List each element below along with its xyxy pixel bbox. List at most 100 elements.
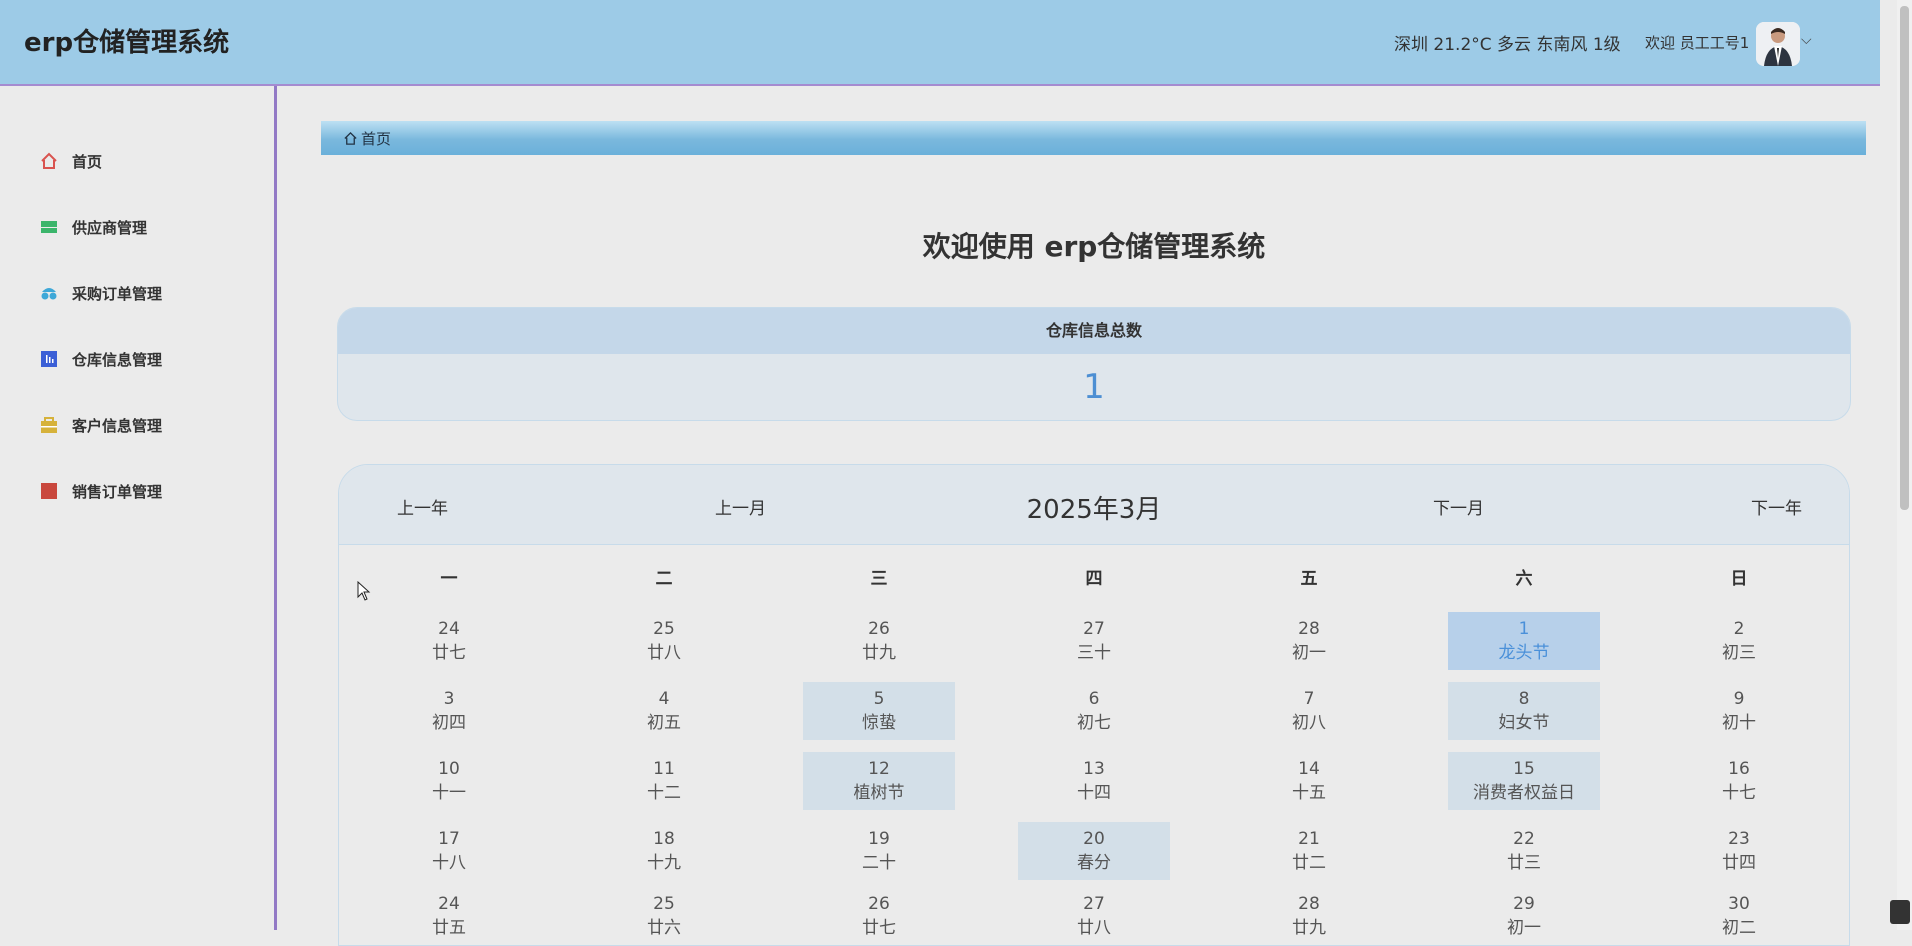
- weekday-label: 二: [655, 569, 673, 589]
- lunar-label: 初八: [1292, 713, 1326, 733]
- lunar-label: 廿二: [1292, 853, 1326, 873]
- weekday-label: 日: [1730, 569, 1748, 589]
- calendar-day[interactable]: 26 廿九: [803, 612, 955, 670]
- day-number: 27: [1083, 619, 1105, 639]
- day-number: 18: [653, 829, 675, 849]
- sidebar-item-label: 首页: [72, 152, 103, 171]
- calendar-day[interactable]: 21 廿二: [1233, 822, 1385, 880]
- lunar-label: 妇女节: [1498, 713, 1550, 733]
- lunar-label: 廿五: [432, 918, 466, 938]
- calendar-day[interactable]: 16 十七: [1663, 752, 1815, 810]
- day-number: 9: [1733, 689, 1745, 709]
- day-number: 20: [1083, 829, 1105, 849]
- day-number: 4: [658, 689, 670, 709]
- calendar-day[interactable]: 4 初五: [588, 682, 740, 740]
- day-number: 26: [868, 894, 890, 914]
- day-number: 5: [873, 689, 885, 709]
- lunar-label: 十四: [1077, 783, 1111, 803]
- calendar-day[interactable]: 12 植树节: [803, 752, 955, 810]
- day-number: 28: [1298, 894, 1320, 914]
- lunar-label: 初七: [1077, 713, 1111, 733]
- customer-icon: [40, 416, 58, 434]
- day-number: 25: [653, 619, 675, 639]
- calendar-day[interactable]: 15 消费者权益日: [1448, 752, 1600, 810]
- home-icon: [40, 152, 58, 170]
- lunar-label: 初十: [1722, 713, 1756, 733]
- calendar-day[interactable]: 2 初三: [1663, 612, 1815, 670]
- breadcrumb-home[interactable]: 首页: [343, 128, 391, 149]
- calendar-day[interactable]: 19 二十: [803, 822, 955, 880]
- calendar-day[interactable]: 11 十二: [588, 752, 740, 810]
- sidebar-item-home[interactable]: 首页: [40, 148, 102, 174]
- day-number: 21: [1298, 829, 1320, 849]
- mouse-cursor-icon: [357, 580, 371, 605]
- lunar-label: 廿八: [1077, 918, 1111, 938]
- sidebar-item-label: 客户信息管理: [72, 416, 163, 435]
- day-number: 15: [1513, 759, 1535, 779]
- calendar-day[interactable]: 6 初七: [1018, 682, 1170, 740]
- calendar-day[interactable]: 22 廿三: [1448, 822, 1600, 880]
- lunar-label: 二十: [862, 853, 896, 873]
- sidebar: 首页 供应商管理 采购订单管理 仓库信息管理 客户信息管理 销售订单管理: [0, 86, 277, 930]
- calendar-day[interactable]: 5 惊蛰: [803, 682, 955, 740]
- calendar-day[interactable]: 13 十四: [1018, 752, 1170, 810]
- sidebar-item-purchase-orders[interactable]: 采购订单管理: [40, 280, 162, 306]
- lunar-label: 十二: [647, 783, 681, 803]
- lunar-label: 植树节: [853, 783, 905, 803]
- user-menu-chevron-down-icon[interactable]: ⌵: [1801, 32, 1812, 48]
- sidebar-item-warehouse[interactable]: 仓库信息管理: [40, 346, 162, 372]
- calendar-day[interactable]: 8 妇女节: [1448, 682, 1600, 740]
- day-number: 12: [868, 759, 890, 779]
- lunar-label: 廿六: [647, 918, 681, 938]
- calendar-day[interactable]: 27 廿八: [1018, 887, 1170, 945]
- lunar-label: 消费者权益日: [1473, 783, 1575, 803]
- lunar-label: 十九: [647, 853, 681, 873]
- calendar-day[interactable]: 26 廿七: [803, 887, 955, 945]
- calendar-day[interactable]: 7 初八: [1233, 682, 1385, 740]
- calendar-day[interactable]: 10 十一: [373, 752, 525, 810]
- top-header: erp仓储管理系统 深圳 21.2°C 多云 东南风 1级 欢迎 员工工号1 ⌵: [0, 0, 1880, 86]
- day-number: 14: [1298, 759, 1320, 779]
- calendar-day[interactable]: 28 初一: [1233, 612, 1385, 670]
- weekday-label: 六: [1515, 569, 1533, 589]
- stat-label: 仓库信息总数: [338, 308, 1850, 354]
- lunar-label: 廿九: [1292, 918, 1326, 938]
- calendar-day[interactable]: 28 廿九: [1233, 887, 1385, 945]
- app-title: erp仓储管理系统: [24, 28, 230, 58]
- calendar-day[interactable]: 30 初二: [1663, 887, 1815, 945]
- calendar-day[interactable]: 3 初四: [373, 682, 525, 740]
- next-month-button[interactable]: 下一月: [1433, 494, 1484, 519]
- lunar-label: 惊蛰: [862, 713, 896, 733]
- calendar-day[interactable]: 25 廿六: [588, 887, 740, 945]
- day-number: 7: [1303, 689, 1315, 709]
- calendar-day[interactable]: 24 廿五: [373, 887, 525, 945]
- calendar-day[interactable]: 20 春分: [1018, 822, 1170, 880]
- breadcrumb: 首页: [321, 121, 1866, 155]
- lunar-label: 十八: [432, 853, 466, 873]
- day-number: 10: [438, 759, 460, 779]
- calendar-day[interactable]: 9 初十: [1663, 682, 1815, 740]
- calendar-day[interactable]: 14 十五: [1233, 752, 1385, 810]
- lunar-label: 廿八: [647, 643, 681, 663]
- home-icon: [344, 131, 357, 145]
- calendar-day[interactable]: 18 十九: [588, 822, 740, 880]
- next-year-button[interactable]: 下一年: [1751, 494, 1802, 519]
- calendar-day[interactable]: 23 廿四: [1663, 822, 1815, 880]
- calendar-day[interactable]: 27 三十: [1018, 612, 1170, 670]
- weekday-label: 四: [1085, 569, 1103, 589]
- lunar-label: 廿九: [862, 643, 896, 663]
- avatar[interactable]: [1756, 22, 1800, 66]
- day-number: 8: [1518, 689, 1530, 709]
- scrollbar-thumb[interactable]: [1900, 6, 1909, 510]
- day-number: 19: [868, 829, 890, 849]
- calendar-day[interactable]: 29 初一: [1448, 887, 1600, 945]
- lunar-label: 初一: [1507, 918, 1541, 938]
- sidebar-item-sales-orders[interactable]: 销售订单管理: [40, 478, 162, 504]
- calendar-day[interactable]: 1 龙头节: [1448, 612, 1600, 670]
- sidebar-item-customers[interactable]: 客户信息管理: [40, 412, 162, 438]
- calendar-day[interactable]: 25 廿八: [588, 612, 740, 670]
- calendar-day[interactable]: 17 十八: [373, 822, 525, 880]
- calendar-day[interactable]: 24 廿七: [373, 612, 525, 670]
- day-number: 6: [1088, 689, 1100, 709]
- page-scrollbar[interactable]: [1897, 0, 1912, 930]
